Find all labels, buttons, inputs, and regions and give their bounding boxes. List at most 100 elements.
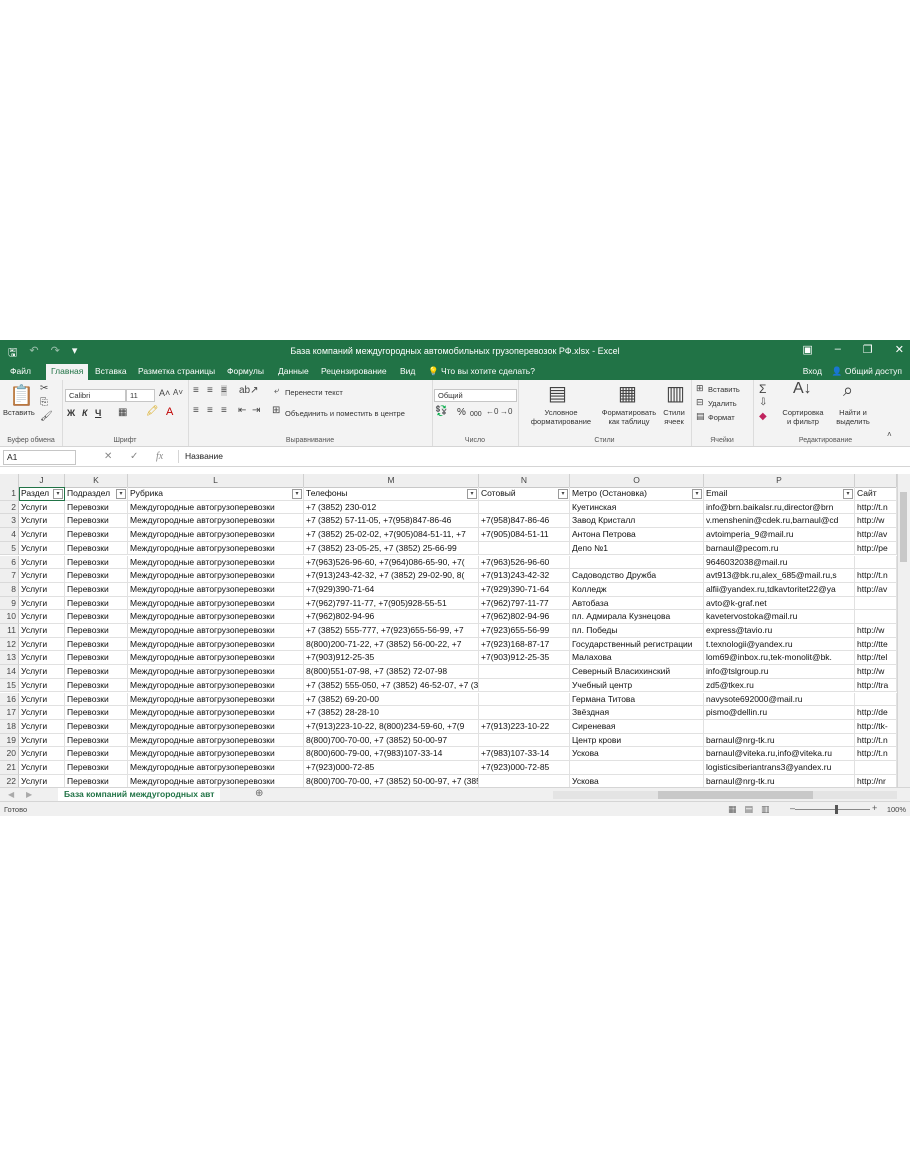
tab-home[interactable]: Главная — [46, 364, 89, 380]
table-cell[interactable]: Услуги — [19, 610, 65, 624]
cut-icon[interactable]: ✂ — [40, 383, 48, 394]
table-cell[interactable]: +7(913)243-42-32 — [479, 569, 570, 583]
underline-button[interactable]: Ч — [95, 409, 101, 418]
table-cell[interactable]: pismo@dellin.ru — [704, 706, 855, 720]
fill-icon[interactable]: ⇩ — [759, 397, 767, 408]
header-cell[interactable]: Рубрика ▾ — [128, 487, 304, 501]
table-cell[interactable]: +7(903)912-25-35 — [479, 651, 570, 666]
table-cell[interactable]: Услуги — [19, 569, 65, 583]
table-cell[interactable]: Перевозки — [65, 733, 128, 748]
find-select-button[interactable]: Найти и выделить — [828, 408, 878, 426]
table-cell[interactable]: http://tra — [855, 678, 897, 693]
tab-view[interactable]: Вид — [400, 365, 415, 380]
zoom-in-icon[interactable]: + — [872, 803, 877, 813]
font-name-select[interactable]: Calibri — [65, 389, 126, 402]
table-cell[interactable] — [479, 665, 570, 679]
italic-button[interactable]: К — [82, 409, 88, 418]
table-cell[interactable] — [479, 733, 570, 748]
table-cell[interactable]: +7(923)000-72-85 — [304, 761, 479, 775]
table-cell[interactable]: Междугородные автогрузоперевозки — [128, 500, 304, 515]
table-cell[interactable] — [570, 761, 704, 775]
table-cell[interactable]: Перевозки — [65, 541, 128, 556]
table-cell[interactable]: Малахова — [570, 651, 704, 666]
font-color-icon[interactable]: A — [166, 406, 173, 418]
row-header[interactable]: 21 — [0, 761, 19, 775]
currency-icon[interactable]: 💱 — [435, 406, 447, 417]
format-as-table-button[interactable]: Форматировать как таблицу — [598, 408, 660, 426]
table-cell[interactable]: http://de — [855, 706, 897, 720]
table-cell[interactable]: Перевозки — [65, 637, 128, 652]
table-cell[interactable] — [479, 678, 570, 693]
table-cell[interactable]: Учебный центр — [570, 678, 704, 693]
table-cell[interactable]: Междугородные автогрузоперевозки — [128, 774, 304, 787]
table-cell[interactable] — [704, 719, 855, 734]
thousands-button[interactable]: 000 — [470, 410, 482, 419]
horizontal-scroll-thumb[interactable] — [658, 791, 813, 799]
table-cell[interactable]: http://t.n — [855, 500, 897, 515]
header-cell[interactable]: Сайт — [855, 487, 897, 501]
percent-button[interactable]: % — [457, 408, 466, 418]
row-header[interactable]: 9 — [0, 596, 19, 611]
table-cell[interactable]: v.menshenin@cdek.ru,barnaul@cd — [704, 514, 855, 529]
tab-review[interactable]: Рецензирование — [321, 365, 387, 380]
table-cell[interactable]: +7(913)243-42-32, +7 (3852) 29-02-90, 8( — [304, 569, 479, 583]
table-cell[interactable]: Германа Титова — [570, 692, 704, 707]
table-cell[interactable]: Услуги — [19, 706, 65, 720]
page-layout-view-icon[interactable]: ▤ — [745, 804, 754, 815]
table-cell[interactable]: Перевозки — [65, 582, 128, 597]
table-cell[interactable]: Междугородные автогрузоперевозки — [128, 596, 304, 611]
filter-dropdown-icon[interactable]: ▾ — [692, 489, 702, 499]
table-cell[interactable]: info@tslgroup.ru — [704, 665, 855, 679]
table-cell[interactable]: barnaul@nrg-tk.ru — [704, 733, 855, 748]
table-cell[interactable]: 8(800)700-70-00, +7 (3852) 50-00-97 — [304, 733, 479, 748]
table-cell[interactable]: Перевозки — [65, 596, 128, 611]
fill-color-icon[interactable]: 🖍 — [146, 406, 159, 417]
tab-data[interactable]: Данные — [278, 365, 309, 380]
row-header[interactable]: 3 — [0, 514, 19, 529]
table-cell[interactable] — [855, 596, 897, 611]
table-cell[interactable]: Услуги — [19, 514, 65, 529]
header-cell[interactable]: Email ▾ — [704, 487, 855, 501]
filter-dropdown-icon[interactable]: ▾ — [53, 489, 63, 499]
autosum-icon[interactable]: Σ — [759, 382, 766, 396]
table-cell[interactable] — [479, 774, 570, 787]
tab-page-layout[interactable]: Разметка страницы — [138, 365, 215, 380]
table-cell[interactable]: http://tel — [855, 651, 897, 666]
row-header[interactable]: 8 — [0, 582, 19, 597]
table-cell[interactable]: 9646032038@mail.ru — [704, 555, 855, 570]
table-cell[interactable]: Перевозки — [65, 610, 128, 624]
table-cell[interactable]: 8(800)551-07-98, +7 (3852) 72-07-98 — [304, 665, 479, 679]
tab-file[interactable]: Файл — [10, 365, 31, 380]
table-cell[interactable]: Междугородные автогрузоперевозки — [128, 665, 304, 679]
table-cell[interactable]: +7(923)000-72-85 — [479, 761, 570, 775]
table-cell[interactable]: Перевозки — [65, 692, 128, 707]
table-cell[interactable]: Услуги — [19, 541, 65, 556]
row-header[interactable]: 13 — [0, 651, 19, 666]
tab-formulas[interactable]: Формулы — [227, 365, 264, 380]
table-cell[interactable]: Междугородные автогрузоперевозки — [128, 719, 304, 734]
filter-dropdown-icon[interactable]: ▾ — [292, 489, 302, 499]
table-cell[interactable] — [855, 761, 897, 775]
table-cell[interactable]: +7 (3852) 555-050, +7 (3852) 46-52-07, +… — [304, 678, 479, 693]
table-cell[interactable]: Междугородные автогрузоперевозки — [128, 624, 304, 638]
filter-dropdown-icon[interactable]: ▾ — [843, 489, 853, 499]
increase-indent-icon[interactable]: ⇥ — [252, 405, 260, 416]
table-cell[interactable]: Междугородные автогрузоперевозки — [128, 541, 304, 556]
horizontal-scrollbar[interactable] — [553, 791, 897, 799]
table-cell[interactable]: Междугородные автогрузоперевозки — [128, 733, 304, 748]
table-cell[interactable]: http://w — [855, 624, 897, 638]
decrease-decimal-icon[interactable]: →0 — [500, 407, 512, 416]
table-cell[interactable]: Перевозки — [65, 706, 128, 720]
orientation-icon[interactable]: ab↗ — [239, 385, 259, 396]
row-header[interactable]: 1 — [0, 487, 19, 501]
zoom-slider-knob[interactable] — [835, 805, 838, 814]
table-cell[interactable]: Перевозки — [65, 569, 128, 583]
table-cell[interactable]: http://tte — [855, 637, 897, 652]
table-cell[interactable]: Междугородные автогрузоперевозки — [128, 610, 304, 624]
table-cell[interactable]: Междугородные автогрузоперевозки — [128, 582, 304, 597]
row-header[interactable]: 4 — [0, 528, 19, 542]
vertical-scroll-thumb[interactable] — [900, 492, 907, 562]
clipboard-paste-icon[interactable]: 📋 — [9, 383, 34, 408]
table-cell[interactable]: http://av — [855, 582, 897, 597]
row-header[interactable]: 15 — [0, 678, 19, 693]
